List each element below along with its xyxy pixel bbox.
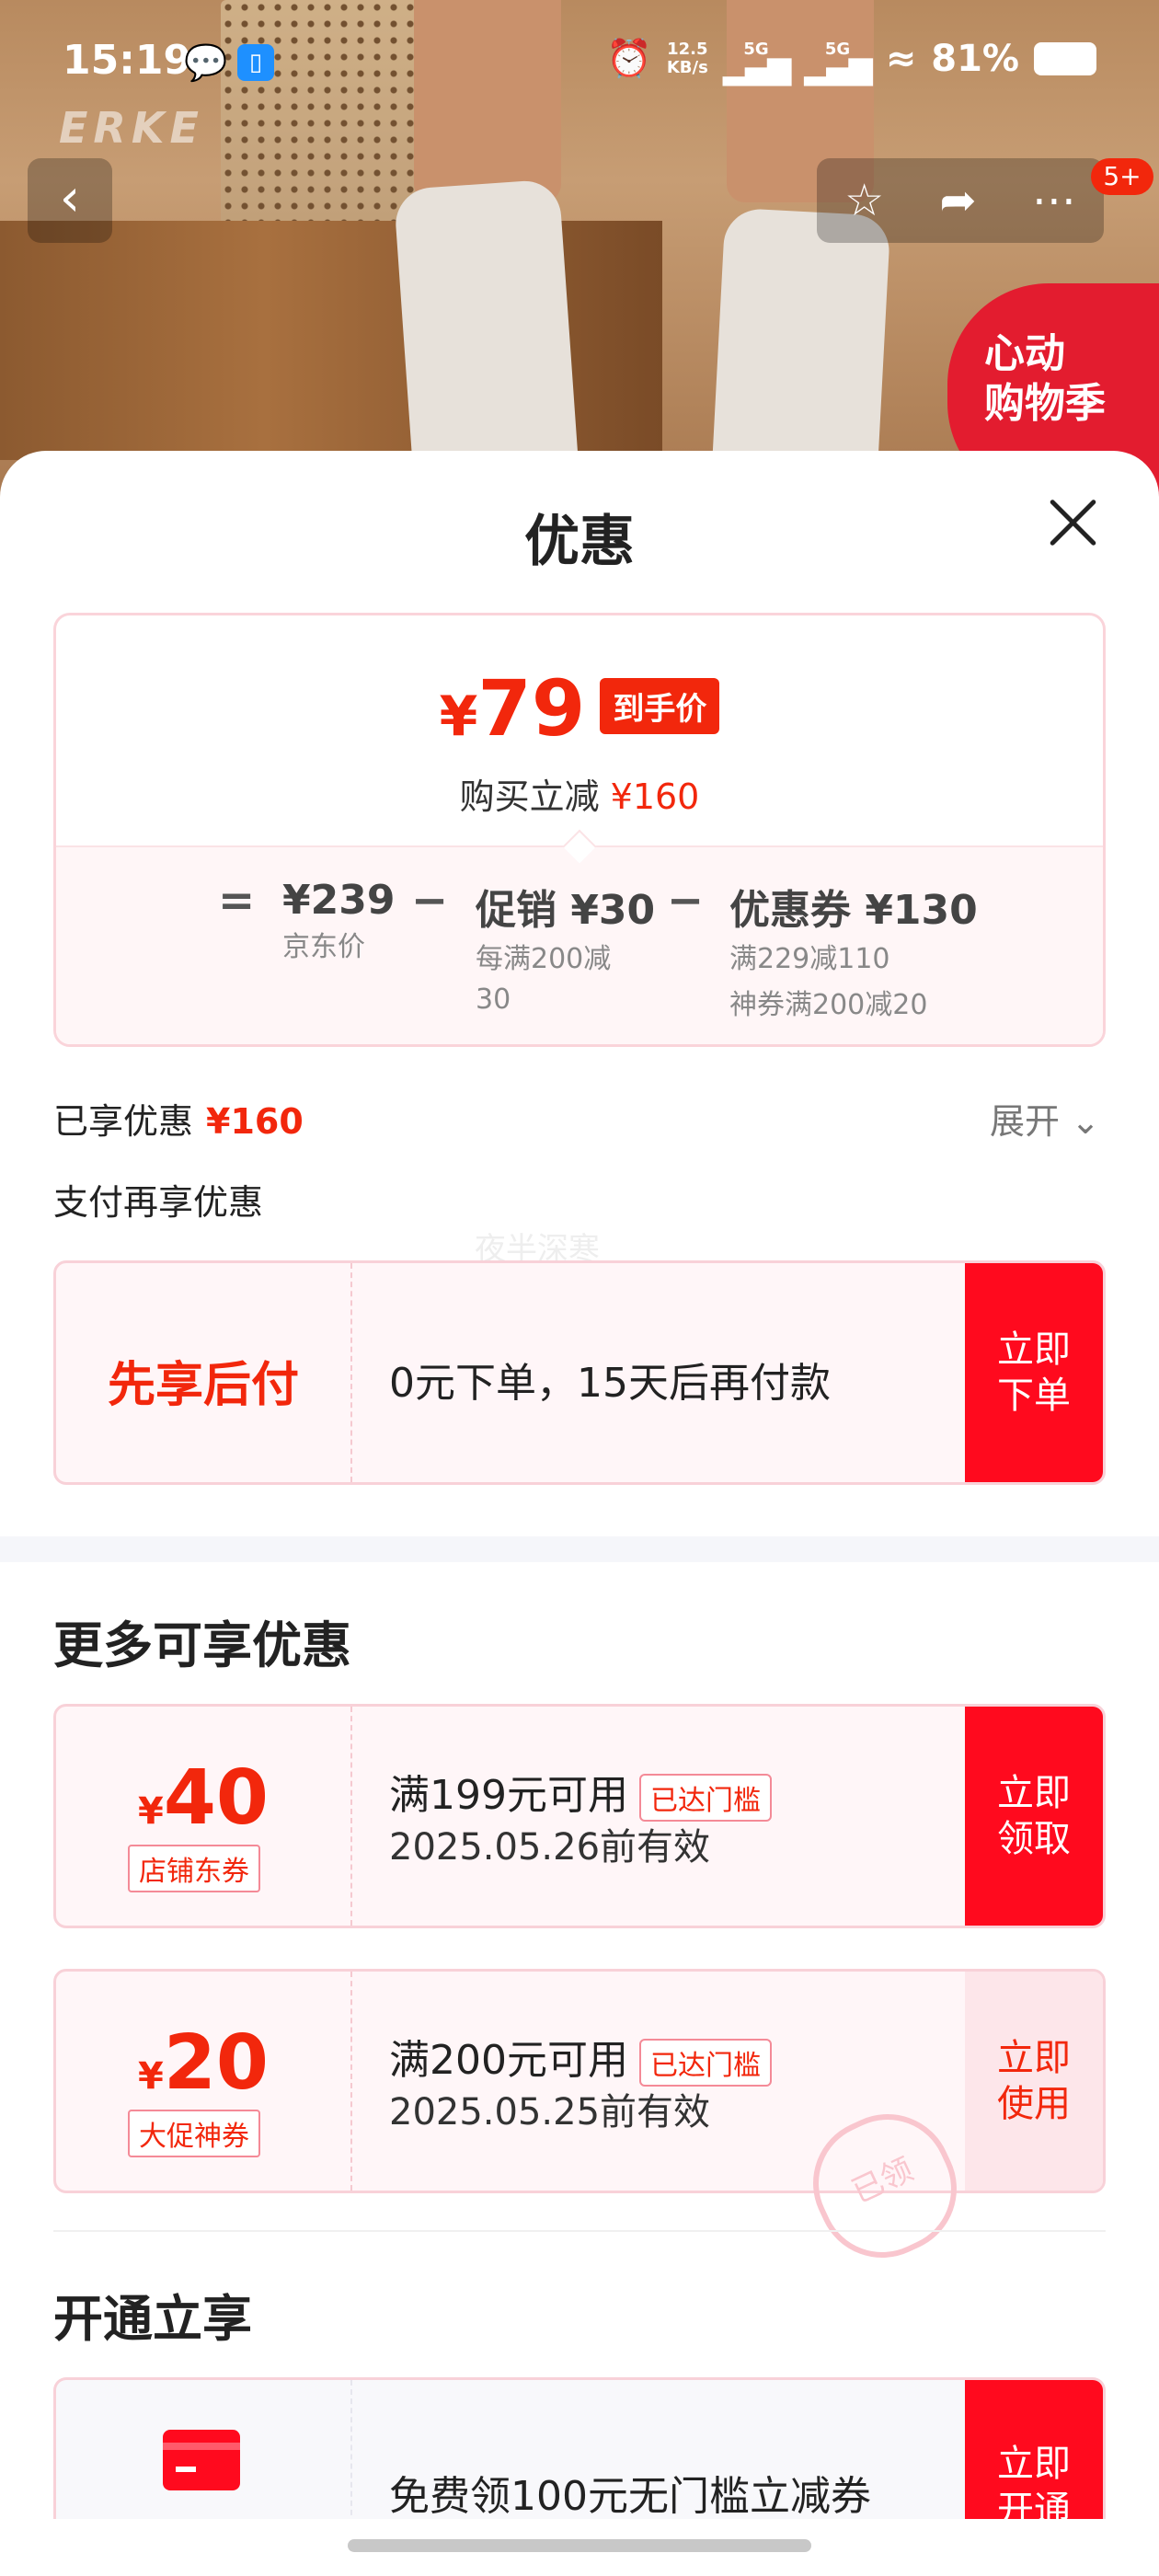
more-offers-title: 更多可享优惠 — [53, 1616, 351, 1674]
enjoyed-value: ¥160 — [206, 1101, 304, 1142]
home-indicator[interactable] — [348, 2539, 811, 2552]
coupon-validity: 2025.05.25前有效 — [389, 2091, 711, 2133]
pay-more-label: 支付再享优惠 — [53, 1182, 264, 1223]
coupon-currency: ¥ — [138, 2055, 164, 2098]
coupon-condition: 满199元可用 已达门槛 — [389, 1762, 772, 1822]
coupon-left: ¥40 店铺东券 — [56, 1707, 352, 1926]
status-right: ⏰ 12.5 KB/s 5G ▂▄▆ 5G ▂▄▆ ≈ 81% — [606, 37, 1096, 86]
enjoyed-label: 已享优惠 — [53, 1101, 194, 1142]
jd-price-item: ¥239 京东价 — [282, 877, 395, 968]
promo-line-2: 购物季 — [984, 380, 1106, 427]
promo-item: 促销 ¥30 每满200减 30 — [476, 877, 655, 1020]
discount-sheet: 优惠 ¥79 到手价 购买立减 ¥160 = ¥239 京东价 − 促销 ¥30 每… — [0, 451, 1159, 2576]
final-price-row: ¥79 到手价 — [56, 663, 1103, 753]
coupon-rule-1: 满229减110 — [729, 943, 890, 975]
coupon-left: ¥20 大促神券 — [56, 1972, 352, 2191]
share-icon[interactable]: ➦ — [939, 175, 976, 226]
minus-sign: − — [667, 875, 705, 926]
claim-coupon-button[interactable]: 立即 领取 — [965, 1707, 1103, 1926]
final-price-tag: 到手价 — [600, 678, 720, 734]
enjoyed-discount: 已享优惠 ¥160 — [53, 1093, 304, 1144]
coupon-condition: 满200元可用 已达门槛 — [389, 2027, 772, 2087]
final-price: 79 — [477, 663, 586, 753]
reduce-label: 购买立减 — [459, 776, 600, 817]
battery-percent: 81% — [931, 37, 1019, 80]
threshold-status-tag: 已达门槛 — [638, 1774, 772, 1822]
sheet-title: 优惠 — [524, 510, 635, 574]
coupon-type-tag: 店铺东券 — [128, 1845, 260, 1892]
bnpl-desc: 0元下单，15天后再付款 — [389, 1360, 831, 1407]
chevron-left-icon: ‹ — [59, 168, 81, 228]
coupon-item: 优惠券 ¥130 满229减110 神券满200减20 — [729, 877, 978, 1026]
coupon-condition-text: 满199元可用 — [389, 1772, 628, 1819]
status-bar: 15:19 💬 ▯ ⏰ 12.5 KB/s 5G ▂▄▆ 5G ▂▄▆ ≈ 81… — [0, 28, 1159, 101]
price-breakdown-card: ¥79 到手价 购买立减 ¥160 = ¥239 京东价 − 促销 ¥30 每满20… — [53, 613, 1106, 1047]
coupon-value: 40 — [163, 1754, 269, 1842]
bnpl-title: 先享后付 — [107, 1358, 299, 1413]
coupon-validity: 2025.05.26前有效 — [389, 1826, 711, 1869]
brand-logo: ERKE — [59, 103, 204, 153]
coupon-value: 20 — [163, 2019, 269, 2107]
equals-sign: = — [218, 875, 256, 926]
bnpl-order-button[interactable]: 立即 下单 — [965, 1263, 1103, 1482]
promo-rule-2: 30 — [476, 983, 511, 1016]
favorite-star-icon[interactable]: ☆ — [844, 175, 884, 226]
jd-price-label: 京东价 — [282, 931, 365, 963]
open-enjoy-title: 开通立享 — [53, 2290, 252, 2348]
signal-2: 5G ▂▄▆ — [804, 40, 872, 86]
membership-desc: 免费领100元无门槛立减券 — [389, 2473, 871, 2520]
coupon-amount: ¥40 — [56, 1754, 350, 1842]
credit-card-icon — [163, 2430, 240, 2490]
price-formula: = ¥239 京东价 − 促销 ¥30 每满200减 30 − 优惠券 ¥130… — [56, 829, 1103, 1044]
wechat-icon: 💬 — [184, 42, 228, 83]
alarm-icon: ⏰ — [606, 38, 652, 80]
threshold-status-tag: 已达门槛 — [638, 2039, 772, 2087]
membership-left — [56, 2380, 352, 2524]
signal-1: 5G ▂▄▆ — [722, 40, 791, 86]
coupon-currency: ¥ — [138, 1790, 164, 1833]
jd-price: ¥239 — [282, 877, 396, 924]
coupon-card: ¥40 店铺东券 满199元可用 已达门槛 2025.05.26前有效 立即 领取 — [53, 1704, 1106, 1928]
network-speed: 12.5 KB/s — [667, 40, 708, 77]
coupon-amount: 优惠券 ¥130 — [729, 887, 978, 934]
membership-mid: 免费领100元无门槛立减券 — [350, 2380, 965, 2524]
expand-label: 展开 — [990, 1101, 1061, 1142]
bnpl-card: 先享后付 0元下单，15天后再付款 立即 下单 — [53, 1260, 1106, 1485]
coupon-condition-text: 满200元可用 — [389, 2037, 628, 2084]
chevron-down-icon: ⌄ — [1071, 1101, 1100, 1142]
coupon-type-tag: 大促神券 — [128, 2110, 260, 2157]
app-notification-icon: ▯ — [237, 44, 274, 81]
use-coupon-button[interactable]: 立即 使用 — [965, 1972, 1103, 2191]
battery-icon — [1034, 41, 1096, 75]
coupon-amount: ¥20 — [56, 2019, 350, 2107]
bnpl-left: 先享后付 — [56, 1263, 352, 1482]
open-membership-button[interactable]: 立即 开通 — [965, 2380, 1103, 2524]
speed-unit: KB/s — [666, 57, 708, 77]
expand-button[interactable]: 展开 ⌄ — [990, 1093, 1100, 1144]
close-icon[interactable] — [1036, 486, 1109, 559]
instant-reduce-line: 购买立减 ¥160 — [56, 768, 1103, 819]
back-button[interactable]: ‹ — [28, 158, 112, 243]
wifi-icon: ≈ — [885, 37, 917, 80]
currency-symbol: ¥ — [439, 684, 478, 749]
promo-amount: 促销 ¥30 — [476, 887, 656, 934]
speed-value: 12.5 — [667, 39, 708, 59]
promo-rule-1: 每满200减 — [476, 943, 612, 975]
membership-card: 免费领100元无门槛立减券 立即 开通 — [53, 2377, 1106, 2524]
promo-line-1: 心动 — [984, 330, 1065, 377]
minus-sign: − — [411, 875, 449, 926]
bnpl-mid: 0元下单，15天后再付款 — [350, 1263, 965, 1482]
coupon-mid: 满199元可用 已达门槛 2025.05.26前有效 — [350, 1707, 965, 1926]
price-top: ¥79 到手价 购买立减 ¥160 — [56, 615, 1103, 845]
section-divider — [53, 2230, 1106, 2232]
more-icon[interactable]: ⋯ — [1032, 175, 1076, 226]
message-badge: 5+ — [1091, 158, 1153, 195]
top-action-group: ☆ ➦ ⋯ — [817, 158, 1104, 243]
coupon-rule-2: 神券满200减20 — [729, 989, 928, 1021]
signal-bars-icon: ▂▄▆ — [804, 49, 872, 86]
section-divider — [0, 1536, 1159, 1562]
status-time: 15:19 — [63, 37, 192, 84]
reduce-value: ¥160 — [610, 776, 700, 817]
signal-bars-icon: ▂▄▆ — [722, 49, 791, 86]
